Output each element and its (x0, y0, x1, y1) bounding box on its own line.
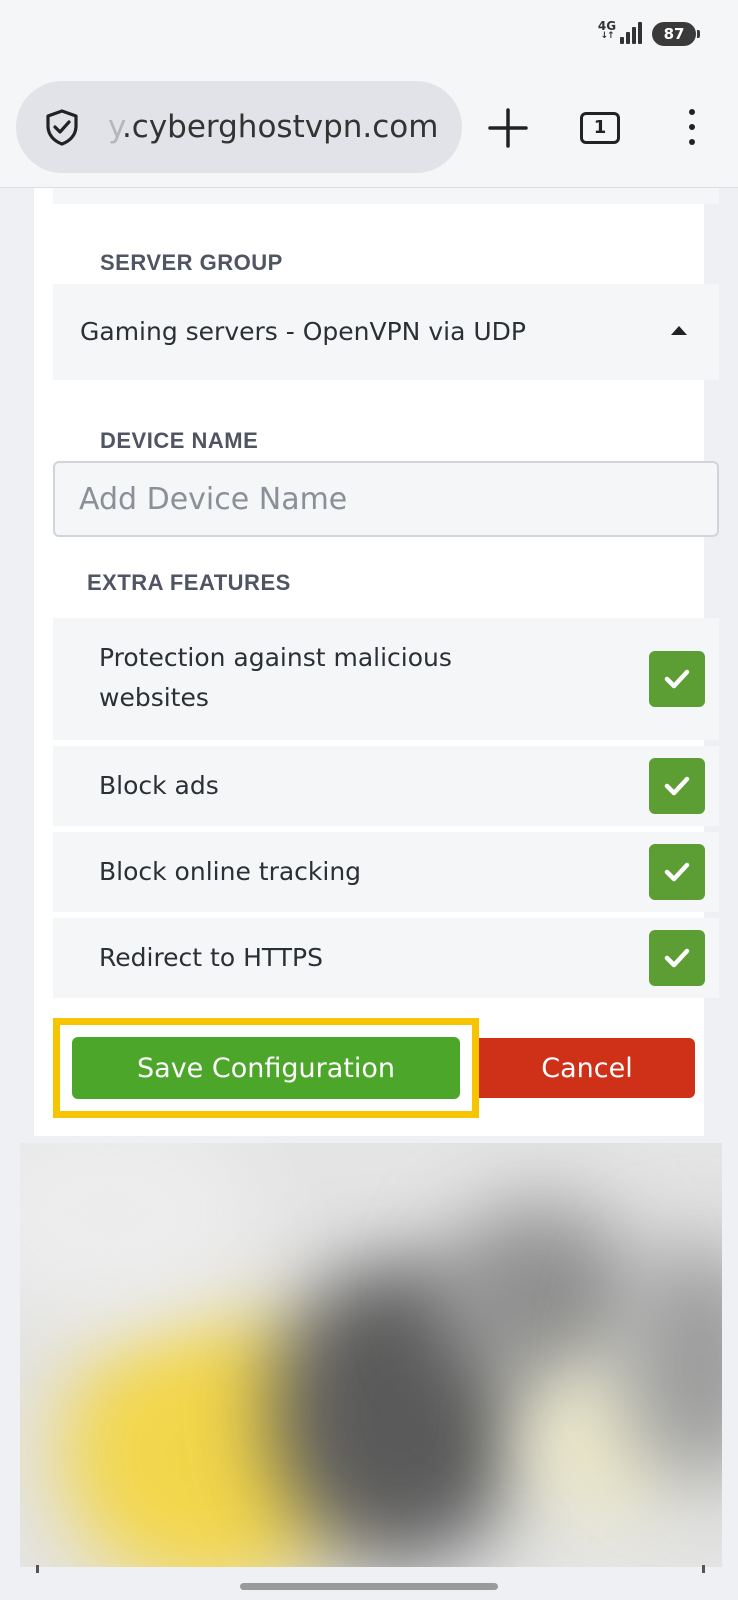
server-group-value: Gaming servers - OpenVPN via UDP (80, 317, 526, 346)
cancel-button[interactable]: Cancel (479, 1038, 695, 1098)
blurred-image (20, 1143, 722, 1567)
feature-label: Block online tracking (99, 857, 362, 886)
tab-count: 1 (593, 117, 607, 138)
checkbox-malicious-protection[interactable] (649, 651, 705, 707)
checkbox-redirect-https[interactable] (649, 930, 705, 986)
battery-icon: 87 (652, 22, 700, 46)
previous-field-edge (53, 188, 719, 204)
checkbox-block-tracking[interactable] (649, 844, 705, 900)
edge-tick (702, 1565, 705, 1573)
feature-row-redirect-https: Redirect to HTTPS (53, 918, 719, 998)
plus-icon[interactable] (486, 106, 530, 150)
checkmark-icon (664, 862, 690, 882)
battery-level: 87 (663, 25, 685, 43)
feature-row-block-ads: Block ads (53, 746, 719, 826)
save-configuration-button[interactable]: Save Configuration (72, 1037, 460, 1099)
home-indicator[interactable] (240, 1583, 498, 1590)
signal-icon (620, 22, 644, 44)
feature-row-malicious-protection: Protection against malicious websites (53, 618, 719, 740)
device-name-label: DEVICE NAME (100, 428, 259, 453)
caret-up-icon (671, 326, 687, 335)
status-bar: 4G ↓↑ 87 (0, 0, 738, 70)
device-name-input[interactable] (53, 461, 719, 537)
url-domain: .cyberghostvpn.com (121, 109, 439, 145)
checkmark-icon (664, 669, 690, 689)
feature-row-block-tracking: Block online tracking (53, 832, 719, 912)
feature-label: Block ads (99, 771, 219, 800)
server-group-select[interactable]: Gaming servers - OpenVPN via UDP (53, 284, 719, 380)
url-prefix: y (108, 109, 122, 145)
menu-icon[interactable] (682, 106, 702, 150)
data-arrows-icon: ↓↑ (600, 31, 614, 41)
checkmark-icon (664, 776, 690, 796)
server-group-label: SERVER GROUP (100, 250, 283, 275)
feature-label: Redirect to HTTPS (99, 943, 323, 972)
checkbox-block-ads[interactable] (649, 758, 705, 814)
edge-tick (36, 1565, 39, 1573)
network-indicator: 4G ↓↑ (596, 20, 618, 41)
feature-label: Protection against malicious websites (99, 643, 452, 712)
checkmark-icon (664, 948, 690, 968)
shield-icon[interactable] (42, 107, 82, 147)
address-bar[interactable]: y.cyberghostvpn.com (16, 81, 462, 173)
url-text[interactable]: y.cyberghostvpn.com (108, 81, 448, 173)
extra-features-label: EXTRA FEATURES (87, 570, 291, 595)
configuration-card: SERVER GROUP Gaming servers - OpenVPN vi… (34, 188, 719, 1136)
tabs-icon[interactable]: 1 (580, 112, 620, 144)
browser-toolbar: y.cyberghostvpn.com 1 (0, 70, 738, 188)
